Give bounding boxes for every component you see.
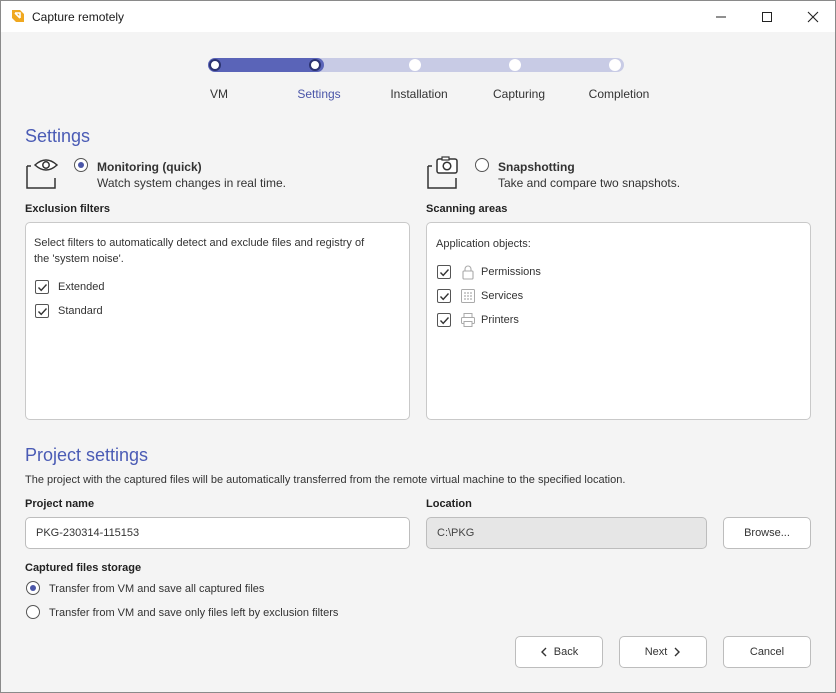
step-dot-installation [409,59,421,71]
monitoring-title: Monitoring (quick) [97,160,202,174]
step-label-installation: Installation [390,87,448,101]
check-icon [439,269,450,277]
storage-option-filtered-radio[interactable] [26,605,40,619]
services-grid-icon [461,289,475,303]
minimize-button[interactable] [698,1,744,32]
project-name-label: Project name [25,498,95,510]
minimize-icon [716,16,726,17]
standard-checkbox[interactable] [35,304,49,318]
storage-option-filtered-label: Transfer from VM and save only files lef… [49,607,339,619]
maximize-button[interactable] [744,1,790,32]
camera-icon [427,156,458,189]
storage-option-all-label: Transfer from VM and save all captured f… [49,583,265,595]
window-title: Capture remotely [32,10,125,24]
close-icon [807,11,819,22]
chevron-right-icon [674,647,681,657]
step-dot-capturing [509,59,521,71]
snapshotting-radio[interactable] [475,158,489,172]
standard-label: Standard [58,305,103,317]
cancel-button[interactable]: Cancel [723,636,811,668]
check-icon [37,284,48,292]
snapshotting-title: Snapshotting [498,160,575,174]
close-button[interactable] [790,1,836,32]
lock-icon [462,265,474,280]
check-icon [439,317,450,325]
storage-option-all-radio[interactable] [26,581,40,595]
extended-checkbox[interactable] [35,280,49,294]
step-dot-vm [209,59,221,71]
exclusion-filters-description-line1: Select filters to automatically detect a… [34,237,365,249]
capture-remotely-window: Capture remotely VM Settings Installatio… [0,0,836,693]
next-button[interactable]: Next [619,636,707,668]
services-checkbox[interactable] [437,289,451,303]
extended-label: Extended [58,281,105,293]
stepper-progress [208,58,324,72]
next-label: Next [644,646,668,658]
location-input [426,517,707,549]
permissions-checkbox[interactable] [437,265,451,279]
app-logo-icon [12,10,24,22]
captured-files-storage-label: Captured files storage [25,562,142,574]
check-icon [439,293,450,301]
permissions-label: Permissions [481,266,541,278]
printer-icon [461,313,475,327]
step-label-completion: Completion [588,87,650,101]
scanning-areas-label: Scanning areas [426,203,508,215]
step-dot-completion [609,59,621,71]
chevron-left-icon [540,647,547,657]
back-button[interactable]: Back [515,636,603,668]
exclusion-filters-label: Exclusion filters [25,203,110,215]
step-label-capturing: Capturing [492,87,546,101]
project-settings-heading: Project settings [25,445,149,465]
title-bar: Capture remotely [1,1,835,32]
project-name-input[interactable] [25,517,410,549]
browse-button[interactable]: Browse... [723,517,811,549]
maximize-icon [762,11,772,22]
step-label-settings: Settings [297,87,341,101]
monitoring-radio[interactable] [74,158,88,172]
scanning-areas-panel: Application objects: Permissions Service… [426,222,811,420]
step-label-vm: VM [210,87,228,101]
check-icon [37,308,48,316]
application-objects-heading: Application objects: [436,238,531,250]
services-label: Services [481,290,524,302]
snapshotting-description: Take and compare two snapshots. [498,176,681,190]
exclusion-filters-panel: Select filters to automatically detect a… [25,222,410,420]
printers-label: Printers [481,314,519,326]
back-label: Back [553,646,579,658]
location-label: Location [426,498,472,510]
eye-icon [26,159,59,189]
printers-checkbox[interactable] [437,313,451,327]
step-dot-settings [309,59,321,71]
monitoring-description: Watch system changes in real time. [97,176,286,190]
project-settings-description: The project with the captured files will… [25,474,626,486]
settings-heading: Settings [25,126,91,146]
exclusion-filters-description-line2: the 'system noise'. [34,253,124,265]
